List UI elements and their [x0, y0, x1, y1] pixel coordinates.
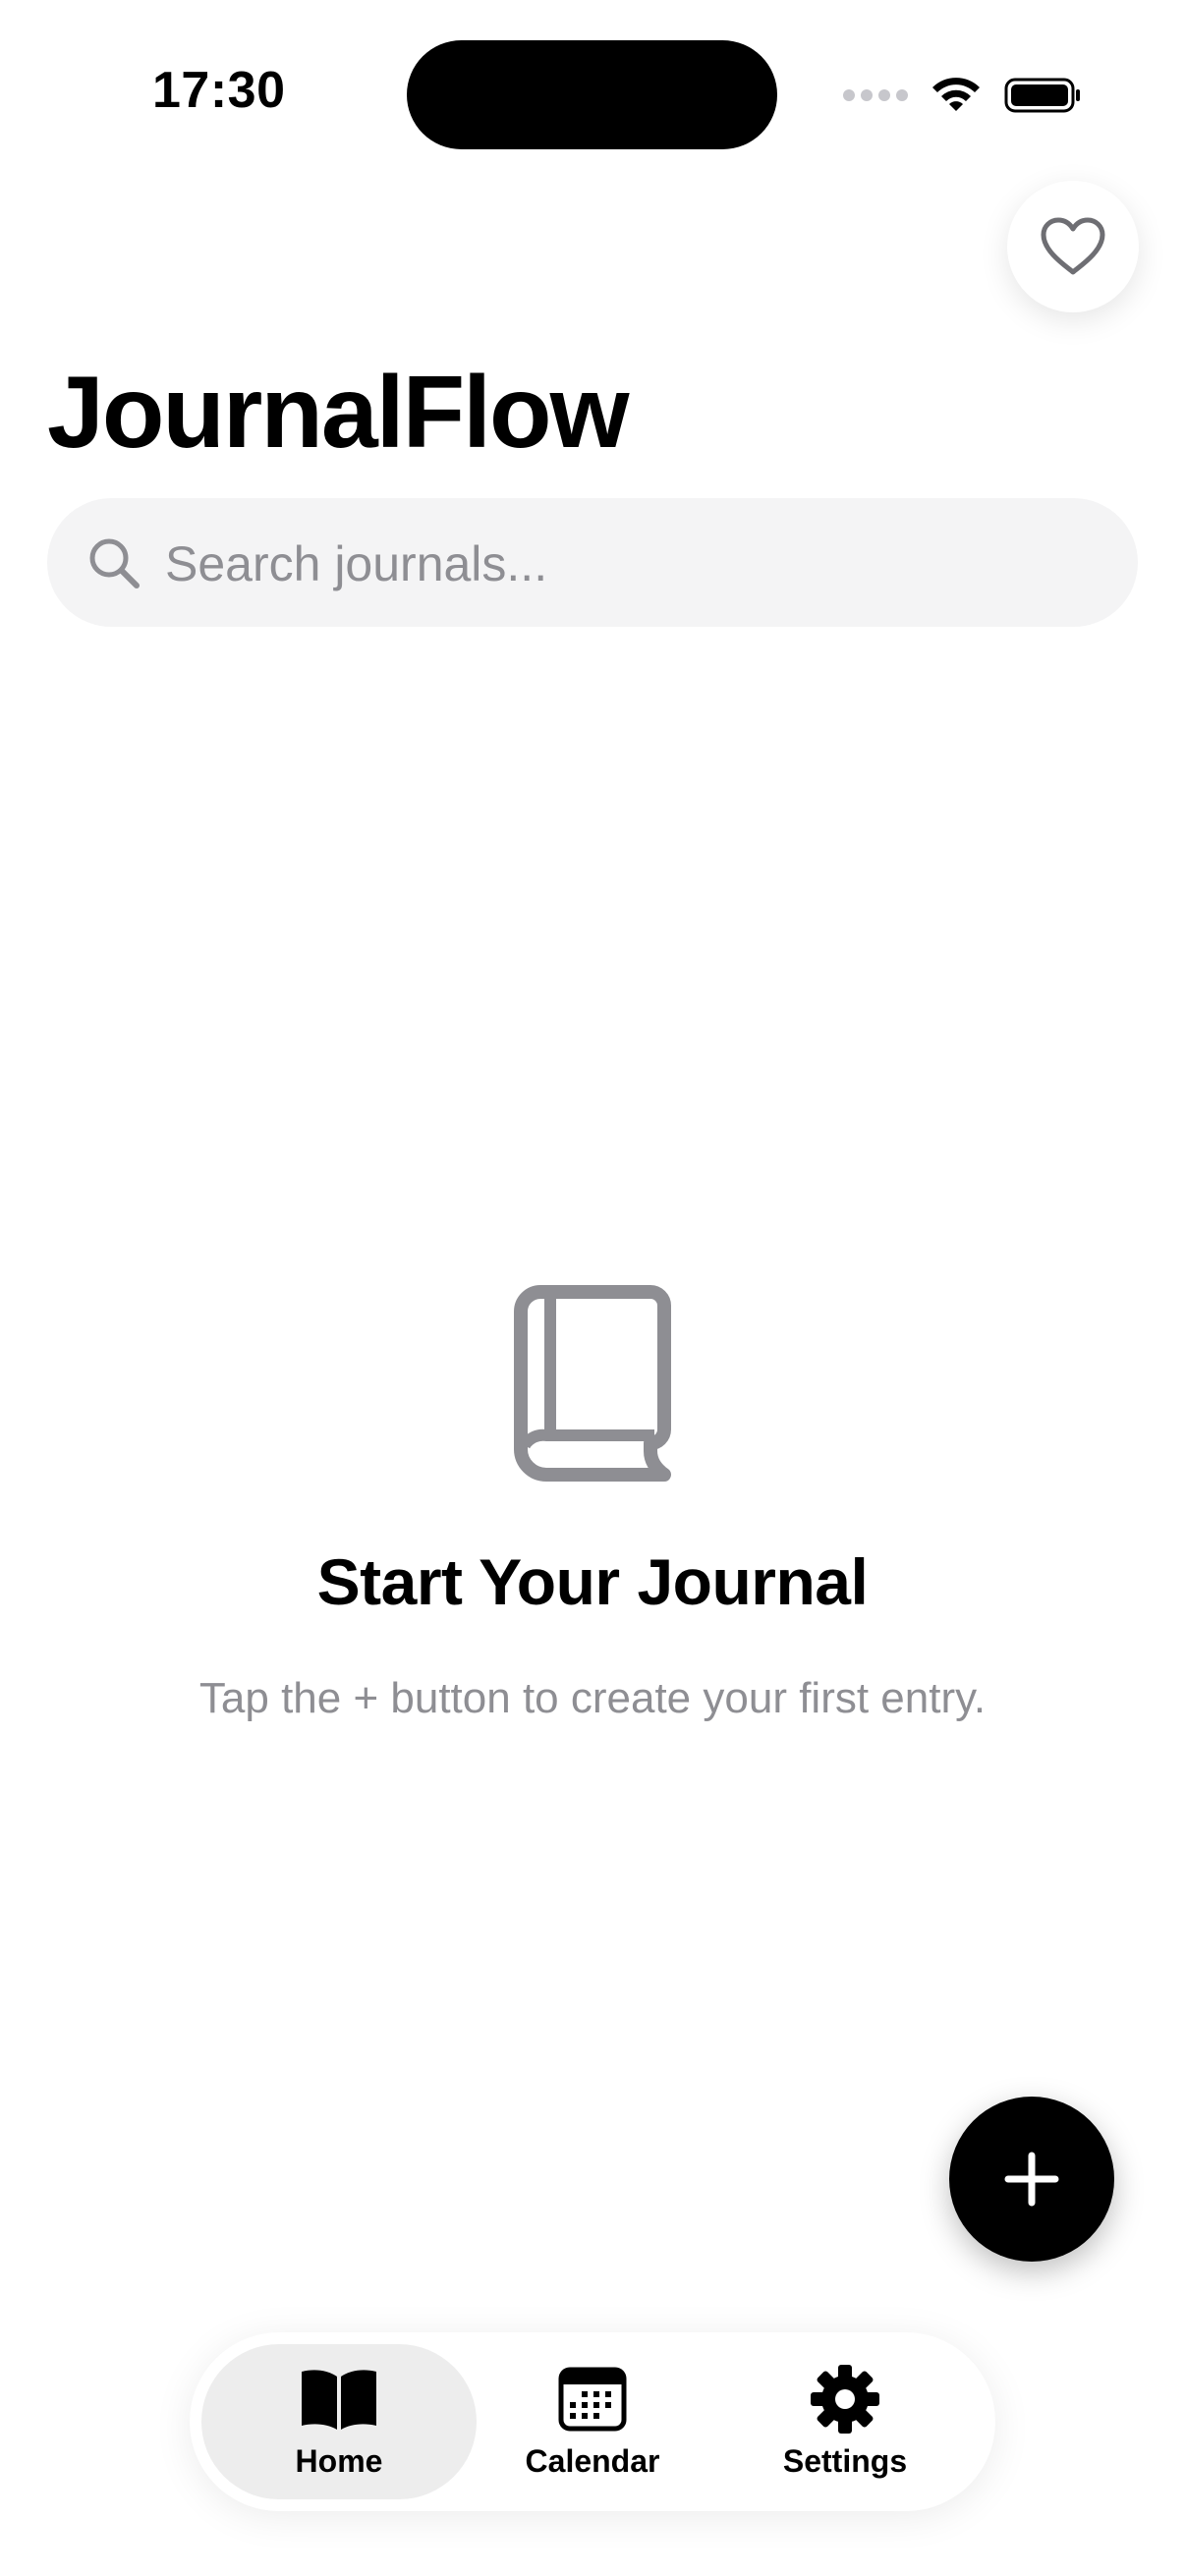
status-time: 17:30 — [152, 62, 286, 119]
tab-home[interactable]: Home — [201, 2344, 477, 2499]
add-entry-button[interactable] — [949, 2097, 1114, 2262]
magnifying-glass-icon — [89, 538, 140, 588]
search-input[interactable] — [163, 498, 1110, 629]
dynamic-island — [407, 40, 777, 149]
heart-outline-icon — [1041, 217, 1105, 275]
cellular-signal-icon — [843, 89, 908, 101]
page-title: JournalFlow — [47, 356, 629, 470]
calendar-icon — [551, 2365, 634, 2434]
favorites-button[interactable] — [1007, 181, 1139, 312]
plus-icon — [1004, 2152, 1059, 2207]
tab-calendar[interactable]: Calendar — [455, 2344, 730, 2499]
wifi-icon — [932, 78, 980, 111]
empty-state-subtitle: Tap the + button to create your first en… — [198, 1674, 987, 1722]
battery-icon — [1004, 78, 1080, 113]
tab-home-label: Home — [295, 2442, 383, 2479]
book-open-icon — [298, 2365, 380, 2434]
tab-bar: Home Calendar Settings — [190, 2332, 995, 2511]
search-bar[interactable] — [47, 498, 1138, 629]
book-icon — [514, 1285, 671, 1482]
tab-settings-label: Settings — [782, 2442, 908, 2479]
tab-calendar-label: Calendar — [525, 2442, 660, 2479]
tab-settings[interactable]: Settings — [707, 2344, 983, 2499]
status-indicators — [843, 71, 1083, 120]
empty-state-title: Start Your Journal — [316, 1545, 869, 1618]
journal-home-screen: 17:30 JournalFlow Search journals... Sta… — [0, 0, 1185, 2576]
gear-icon — [804, 2364, 886, 2434]
